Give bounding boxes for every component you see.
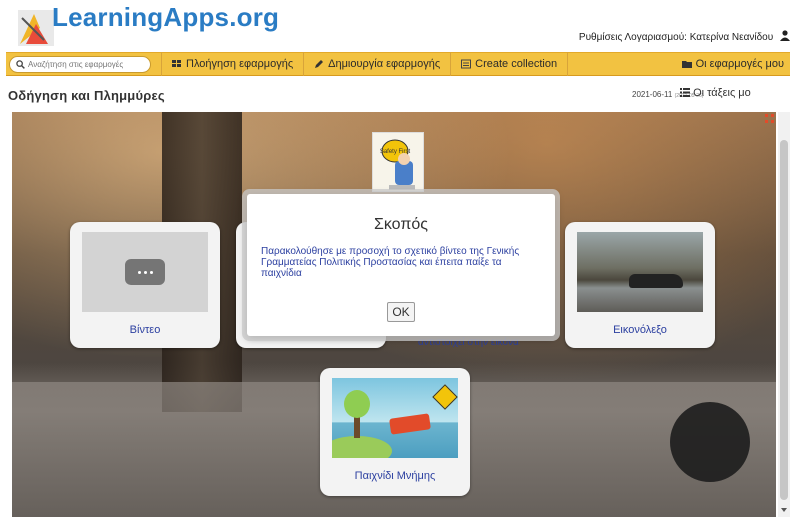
my-classes-link[interactable]: Οι τάξεις μο: [680, 87, 751, 99]
collection-icon: [461, 59, 472, 69]
card-label: Βίντεο: [129, 324, 161, 336]
dialog-title: Σκοπός: [373, 216, 428, 233]
app-title-row: Οδήγηση και Πλημμύρες 2021-06-11 (2021-0…: [0, 80, 790, 110]
search-box[interactable]: [9, 55, 151, 73]
account-settings-link[interactable]: Ρυθμίσεις Λογαριασμού: Κατερίνα Νεανίδου: [579, 30, 790, 43]
card-label-match[interactable]: αντιστοιχεί στην εικόνα: [418, 337, 519, 348]
app-card-video[interactable]: Βίντεο: [70, 222, 220, 348]
date-value: 2021-06-11: [632, 90, 673, 99]
truck-image: [389, 413, 431, 435]
video-thumbnail: [82, 232, 208, 312]
nav-item-label: Πλοήγηση εφαρμογής: [186, 58, 294, 70]
background-wheel: [670, 402, 750, 482]
card-label: Εικονόλεξο: [613, 324, 667, 336]
nav-item-label: Οι εφαρμογές μου: [695, 58, 784, 70]
app-stage: Safety First Βίντεο αντιστοιχεί στην εικ…: [12, 112, 776, 517]
mascot-image: Safety First: [372, 132, 424, 192]
header: LearningApps.org Ρυθμίσεις Λογαριασμού: …: [0, 0, 790, 50]
ok-button[interactable]: OK: [387, 302, 415, 322]
pencil-icon: [315, 60, 324, 68]
fullscreen-icon[interactable]: [765, 114, 774, 123]
page: LearningApps.org Ρυθμίσεις Λογαριασμού: …: [0, 0, 790, 521]
account-label[interactable]: Ρυθμίσεις Λογαριασμού: Κατερίνα Νεανίδου: [579, 32, 773, 43]
nav-item-label: Δημιουργία εφαρμογής: [328, 58, 441, 70]
tree-crown: [344, 390, 370, 418]
car-image: [629, 274, 683, 288]
logo-text[interactable]: LearningApps.org: [52, 2, 279, 33]
user-icon: [780, 30, 790, 41]
nav-item-create-app[interactable]: Δημιουργία εφαρμογής: [304, 52, 452, 76]
nav-item-my-apps[interactable]: Οι εφαρμογές μου: [672, 52, 790, 76]
safety-mascot-icon: Safety First: [380, 139, 415, 190]
app-card-picture-word[interactable]: Εικονόλεξο: [565, 222, 715, 348]
land-shape: [332, 436, 392, 458]
memory-thumbnail: [332, 378, 458, 458]
dialog-text: Παρακολούθησε με προσοχή το σχετικό βίντ…: [261, 246, 520, 279]
nav-item-browse-apps[interactable]: Πλοήγηση εφαρμογής: [162, 52, 305, 76]
scroll-down-icon[interactable]: [781, 508, 787, 512]
search-icon: [16, 59, 25, 69]
list-icon: [680, 88, 690, 97]
main-nav: Πλοήγηση εφαρμογής Δημιουργία εφαρμογής …: [6, 52, 790, 76]
scroll-thumb[interactable]: [780, 140, 788, 500]
page-title: Οδήγηση και Πλημμύρες: [8, 88, 165, 103]
warning-sign-icon: [432, 384, 458, 410]
nav-item-create-collection[interactable]: Create collection: [451, 52, 569, 76]
goal-dialog: Σκοπός Παρακολούθησε με προσοχή το σχετι…: [247, 194, 555, 336]
folder-icon: [681, 61, 692, 68]
more-icon: [125, 259, 165, 285]
grid-icon: [172, 60, 181, 67]
search-input[interactable]: [28, 59, 146, 69]
app-card-memory-game[interactable]: Παιχνίδι Μνήμης: [320, 368, 470, 496]
card-label: Παιχνίδι Μνήμης: [354, 470, 436, 482]
nav-item-label: Create collection: [475, 58, 558, 70]
classes-label: Οι τάξεις μο: [693, 87, 751, 99]
picture-thumbnail: [577, 232, 703, 312]
